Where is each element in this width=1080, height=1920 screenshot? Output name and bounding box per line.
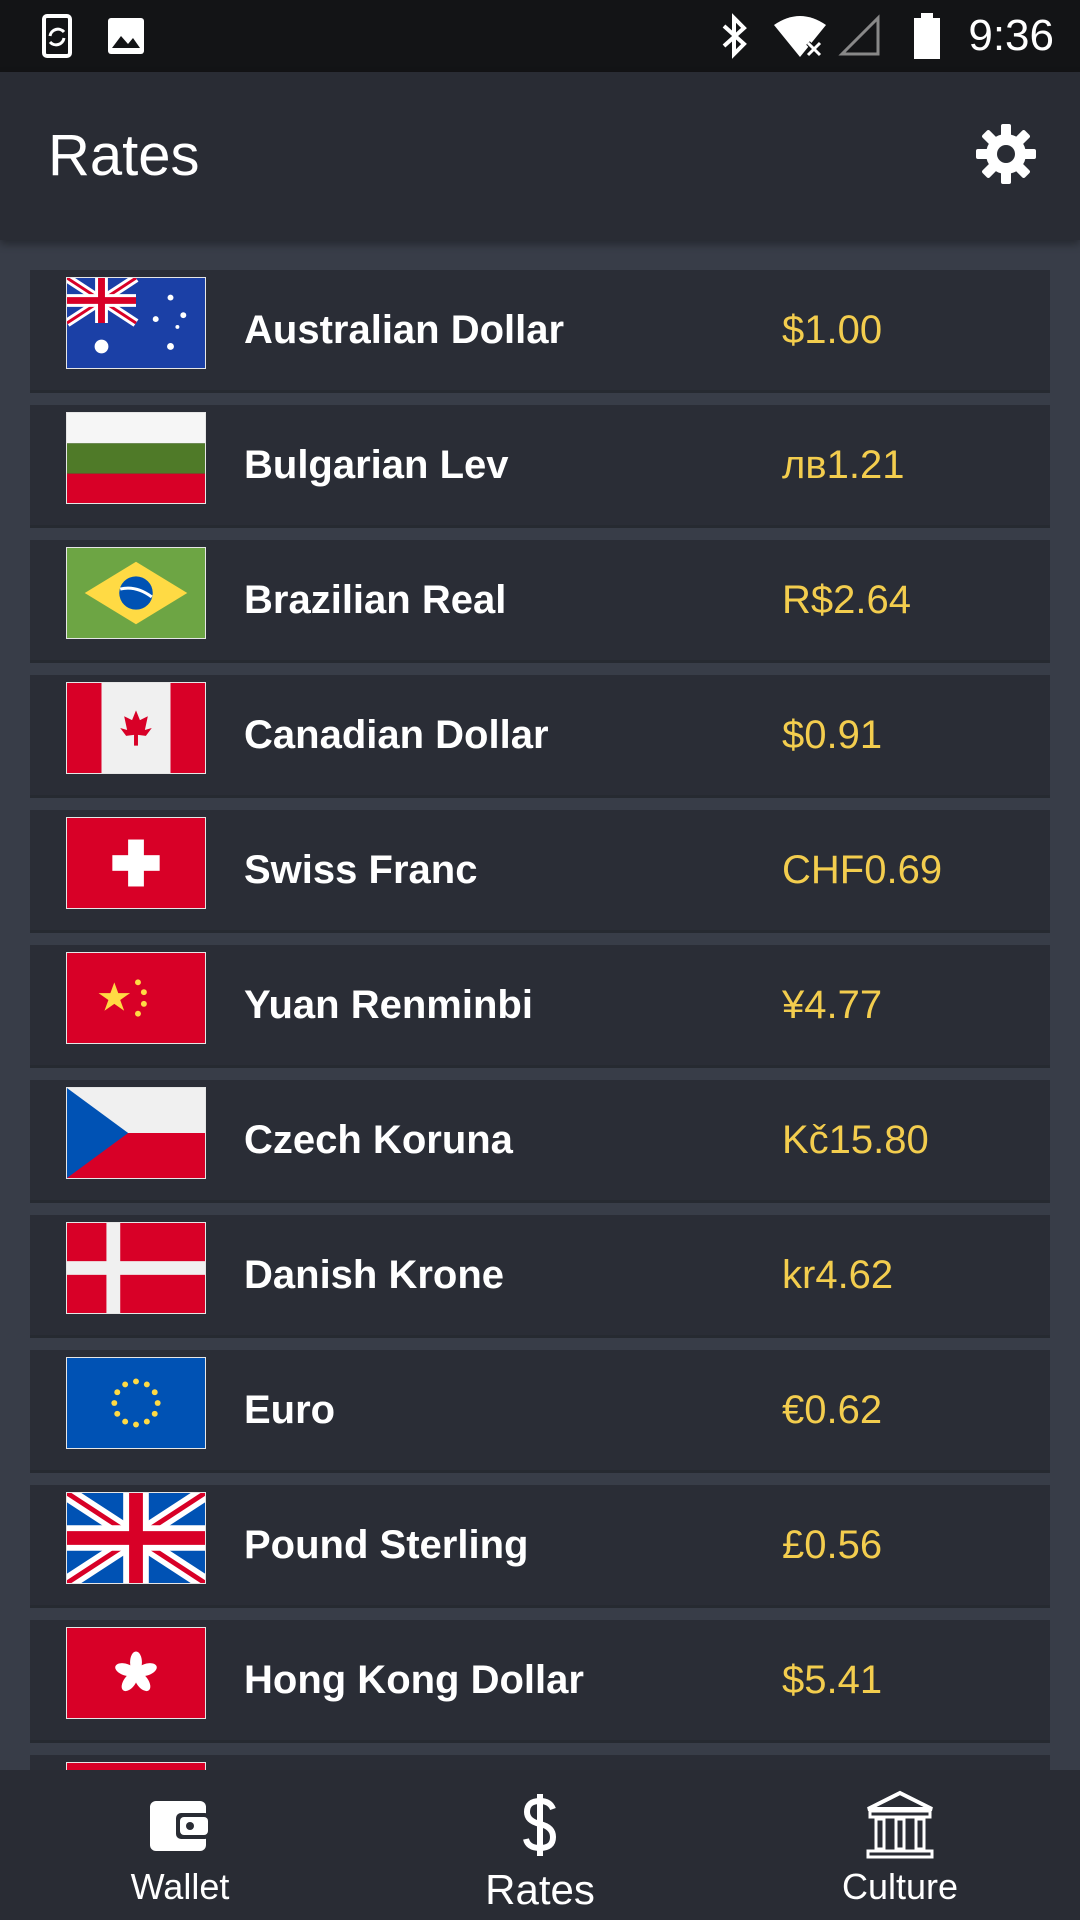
nav-rates[interactable]: Rates (410, 1770, 670, 1920)
list-item[interactable]: Brazilian Real R$2.64 (30, 540, 1050, 660)
museum-icon (864, 1790, 936, 1860)
app-bar: Rates (0, 72, 1080, 240)
list-item[interactable]: Yuan Renminbi ¥4.77 (30, 945, 1050, 1065)
currency-rate: $5.41 (782, 1658, 883, 1702)
currency-name: Brazilian Real (244, 578, 507, 622)
list-item[interactable]: Euro €0.62 (30, 1350, 1050, 1470)
rates-list[interactable]: Australian Dollar $1.00 Bulgarian Lev лв… (0, 240, 1080, 1770)
flag-brazil-icon (66, 547, 206, 639)
nav-culture-label: Culture (841, 1866, 959, 1907)
cell-signal-icon (838, 0, 882, 72)
currency-rate: kr4.62 (782, 1253, 894, 1297)
wallet-icon (148, 1790, 212, 1860)
nav-rates-label: Rates (485, 1866, 595, 1913)
flag-czech-icon (66, 1087, 206, 1179)
flag-hongkong-icon (66, 1627, 206, 1719)
flag-bulgaria-icon (66, 412, 206, 504)
bottom-nav: Wallet Rates Culture (0, 1770, 1080, 1920)
list-item[interactable]: Pound Sterling £0.56 (30, 1485, 1050, 1605)
flag-china-icon (66, 952, 206, 1044)
currency-rate: CHF0.69 (782, 848, 943, 892)
image-icon (106, 0, 146, 72)
flag-eu-icon (66, 1357, 206, 1449)
battery-icon (912, 0, 942, 72)
currency-rate: R$2.64 (782, 578, 911, 622)
flag-partial-icon (66, 1762, 206, 1770)
nav-culture[interactable]: Culture (770, 1770, 1030, 1920)
currency-name: Bulgarian Lev (244, 443, 509, 487)
list-item[interactable]: Canadian Dollar $0.91 (30, 675, 1050, 795)
currency-name: Danish Krone (244, 1253, 505, 1297)
currency-name: Hong Kong Dollar (244, 1658, 584, 1702)
flag-switzerland-icon (66, 817, 206, 909)
nav-wallet-label: Wallet (130, 1866, 230, 1907)
dollar-icon (520, 1790, 560, 1860)
page-title: Rates (48, 123, 200, 188)
status-time: 9:36 (968, 11, 1054, 60)
currency-rate: лв1.21 (782, 443, 905, 487)
list-item[interactable]: Hong Kong Dollar $5.41 (30, 1620, 1050, 1740)
currency-name: Yuan Renminbi (244, 983, 533, 1027)
status-bar: 9:36 (0, 0, 1080, 72)
currency-name: Canadian Dollar (244, 713, 549, 757)
list-item[interactable]: Swiss Franc CHF0.69 (30, 810, 1050, 930)
settings-button[interactable] (966, 116, 1046, 196)
list-item[interactable]: Bulgarian Lev лв1.21 (30, 405, 1050, 525)
nav-wallet[interactable]: Wallet (50, 1770, 310, 1920)
currency-name: Swiss Franc (244, 848, 478, 892)
currency-name: Australian Dollar (244, 308, 565, 352)
bluetooth-icon (720, 0, 750, 72)
flag-denmark-icon (66, 1222, 206, 1314)
currency-name: Euro (244, 1388, 336, 1432)
wifi-off-icon (772, 0, 828, 72)
currency-rate: ¥4.77 (782, 983, 883, 1027)
list-item[interactable]: Czech Koruna Kč15.80 (30, 1080, 1050, 1200)
currency-rate: $0.91 (782, 713, 883, 757)
currency-name: Pound Sterling (244, 1523, 529, 1567)
flag-canada-icon (66, 682, 206, 774)
list-item[interactable]: Australian Dollar $1.00 (30, 270, 1050, 390)
list-item-partial[interactable] (30, 1755, 1050, 1770)
currency-rate: $1.00 (782, 308, 883, 352)
currency-rate: Kč15.80 (782, 1118, 929, 1162)
list-item[interactable]: Danish Krone kr4.62 (30, 1215, 1050, 1335)
screen-rotation-icon (36, 0, 80, 72)
currency-rate: €0.62 (782, 1388, 883, 1432)
flag-australia-icon (66, 277, 206, 369)
currency-rate: £0.56 (782, 1523, 883, 1567)
gear-icon (974, 122, 1038, 191)
currency-name: Czech Koruna (244, 1118, 513, 1162)
flag-uk-icon (66, 1492, 206, 1584)
